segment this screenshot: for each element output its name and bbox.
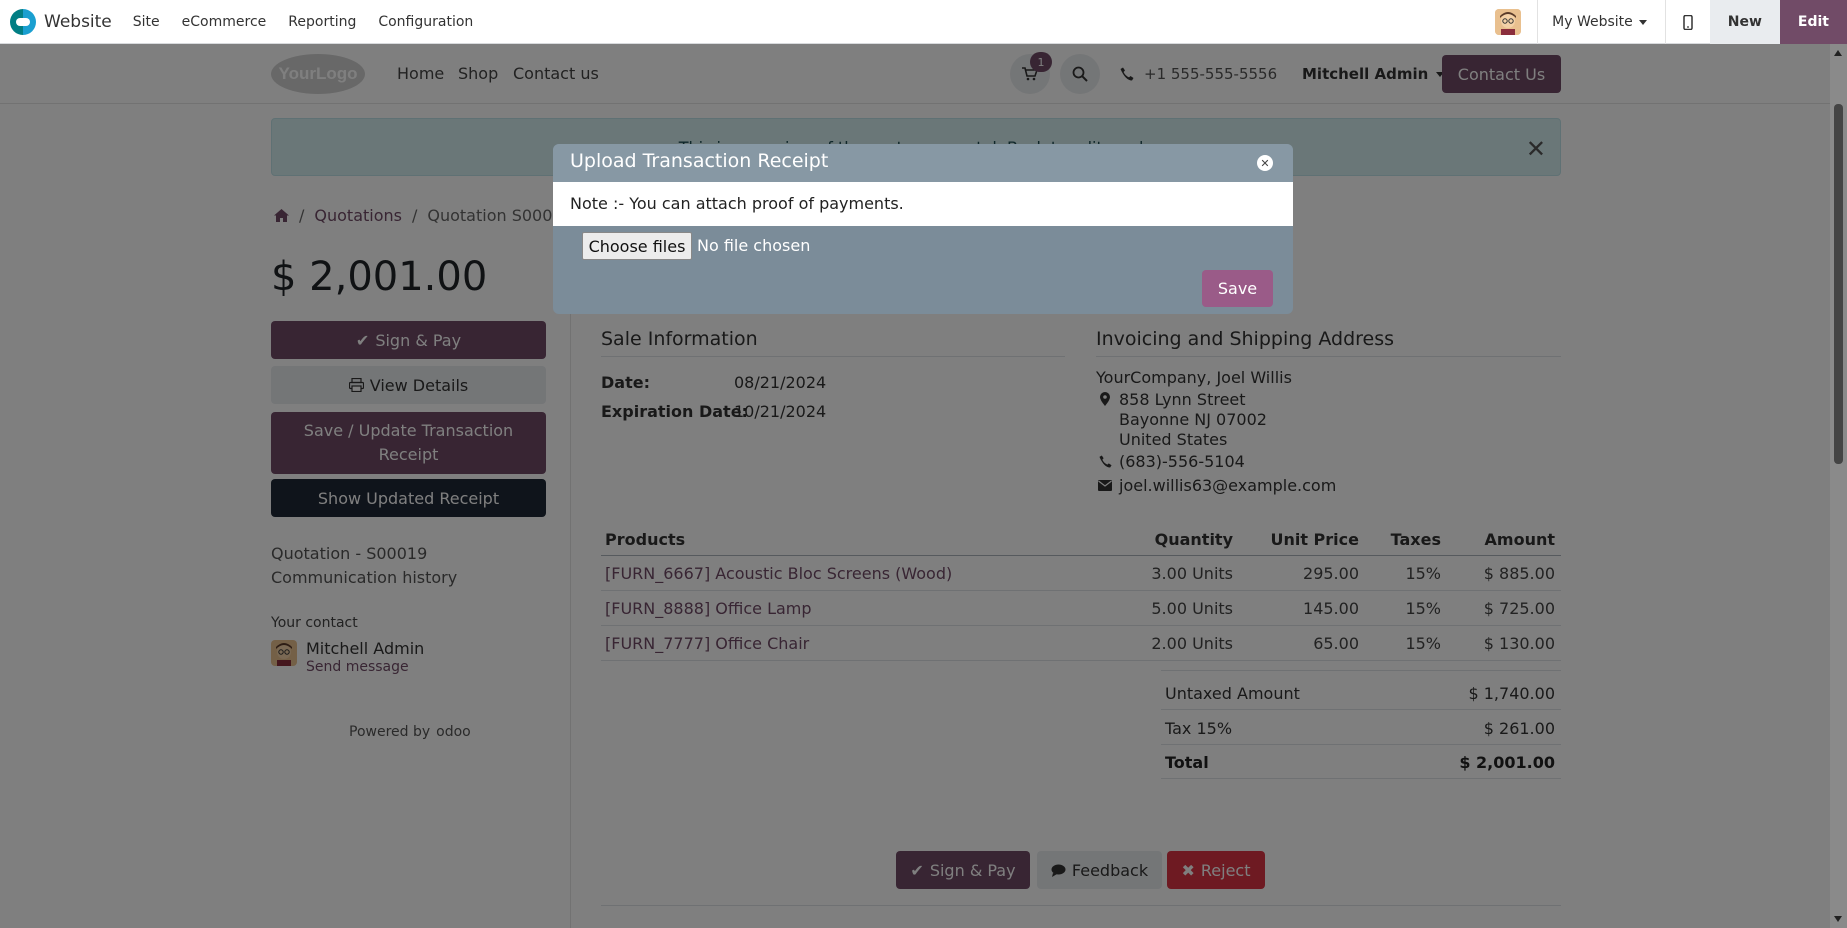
scroll-up-arrow-icon[interactable] [1834, 50, 1842, 56]
app-name: Website [44, 11, 112, 32]
scroll-down-arrow-icon[interactable] [1834, 916, 1842, 922]
user-avatar[interactable] [1495, 9, 1522, 35]
modal-header: Upload Transaction Receipt [553, 144, 1293, 182]
page-scrollbar[interactable] [1830, 44, 1847, 928]
choose-files-button[interactable]: Choose files [582, 232, 692, 260]
upload-receipt-modal: Upload Transaction Receipt ✕ Note :- You… [553, 144, 1293, 314]
menu-ecommerce[interactable]: eCommerce [182, 14, 267, 30]
edit-button[interactable]: Edit [1779, 0, 1847, 44]
menu-configuration[interactable]: Configuration [378, 14, 473, 30]
file-status: No file chosen [697, 236, 811, 255]
menu-reporting[interactable]: Reporting [288, 14, 356, 30]
modal-title: Upload Transaction Receipt [570, 150, 829, 172]
my-website-label: My Website [1552, 14, 1633, 30]
caret-down-icon [1638, 19, 1647, 25]
close-icon[interactable]: ✕ [1257, 155, 1273, 171]
app-brand[interactable]: Website [10, 8, 112, 35]
my-website-dropdown[interactable]: My Website [1538, 14, 1665, 30]
scrollbar-thumb[interactable] [1834, 104, 1843, 464]
menu-site[interactable]: Site [133, 14, 160, 30]
new-button[interactable]: New [1709, 0, 1780, 44]
mobile-icon [1683, 14, 1693, 30]
admin-topbar: Website Site eCommerce Reporting Configu… [0, 0, 1847, 44]
mobile-preview-button[interactable] [1666, 0, 1710, 44]
modal-note: Note :- You can attach proof of payments… [553, 182, 1293, 226]
save-button[interactable]: Save [1202, 270, 1273, 307]
odoo-website-icon [10, 8, 36, 35]
